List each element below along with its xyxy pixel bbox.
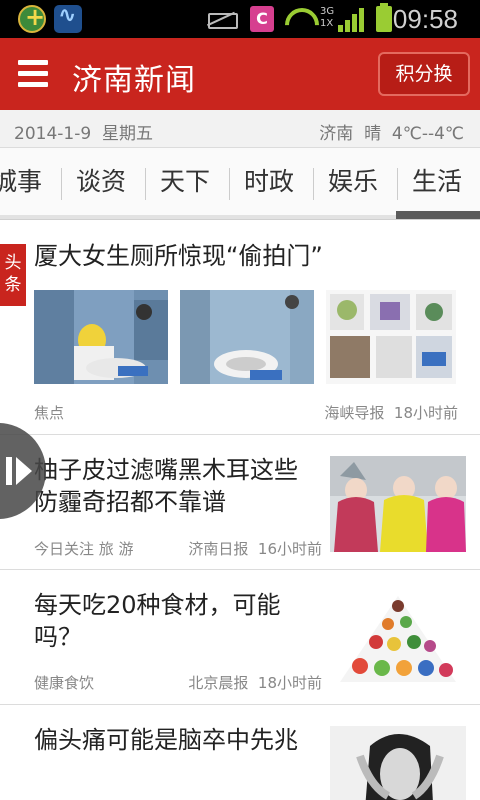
wifi-icon — [284, 6, 312, 32]
hamburger-menu-icon[interactable] — [18, 60, 48, 88]
tab-separator — [397, 168, 398, 200]
active-tab-indicator — [396, 211, 480, 219]
app-title: 济南新闻 — [72, 63, 196, 98]
vibrate-mode-icon — [204, 6, 238, 32]
tab-city[interactable]: 城事 — [0, 162, 42, 202]
news-source-time: 济南日报 16小时前 — [188, 540, 322, 558]
news-title[interactable]: 偏头痛可能是脑卒中先兆 — [34, 724, 314, 756]
divider — [0, 434, 480, 435]
tab-separator — [313, 168, 314, 200]
news-feed[interactable]: 头 条 厦大女生厕所惊现“偷拍门” 焦点 海峡导报 18小时前 柚子皮过滤嘴黑木… — [0, 220, 480, 800]
category-tab-bar: 城事 谈资 天下 时政 娱乐 生活 — [0, 148, 480, 220]
tab-separator — [145, 168, 146, 200]
news-category: 焦点 — [34, 404, 65, 422]
tab-separator — [61, 168, 62, 200]
news-thumbnail[interactable] — [180, 290, 314, 384]
divider — [0, 704, 480, 705]
tab-separator — [229, 168, 230, 200]
news-title[interactable]: 厦大女生厕所惊现“偷拍门” — [34, 240, 464, 272]
status-bar: C 3G 1X 09:58 — [0, 0, 480, 38]
sync-notification-icon — [54, 3, 82, 33]
news-title[interactable]: 柚子皮过滤嘴黑木耳这些防霾奇招都不靠谱 — [34, 454, 314, 518]
headline-badge: 头 条 — [0, 244, 26, 306]
news-thumbnail[interactable] — [330, 456, 466, 552]
tab-politics[interactable]: 时政 — [244, 162, 294, 202]
news-source-time: 海峡导报 18小时前 — [324, 404, 458, 422]
tab-talk[interactable]: 谈资 — [76, 162, 126, 202]
tab-entertainment[interactable]: 娱乐 — [328, 162, 378, 202]
weather-label: 济南 晴 4℃--4℃ — [319, 124, 464, 144]
news-thumbnail[interactable] — [330, 726, 466, 800]
news-thumbnail[interactable] — [330, 590, 466, 686]
tab-life[interactable]: 生活 — [412, 162, 462, 202]
news-thumbnail[interactable] — [34, 290, 168, 384]
battery-icon — [376, 3, 392, 32]
points-exchange-button[interactable]: 积分换 — [378, 52, 470, 96]
divider — [0, 569, 480, 570]
network-type-label: 3G 1X — [320, 6, 335, 29]
clock: 09:58 — [392, 4, 458, 34]
app-notification-icon — [18, 3, 46, 33]
tab-world[interactable]: 天下 — [160, 162, 210, 202]
news-title[interactable]: 每天吃20种食材，可能吗？ — [34, 589, 314, 653]
c-app-icon: C — [250, 6, 274, 32]
news-category: 健康食饮 — [34, 674, 95, 692]
date-weather-bar: 2014-1-9 星期五 济南 晴 4℃--4℃ — [0, 110, 480, 148]
news-source-time: 北京晨报 18小时前 — [188, 674, 322, 692]
date-label: 2014-1-9 星期五 — [14, 124, 153, 144]
news-thumbnail[interactable] — [326, 290, 456, 384]
signal-strength-icon — [338, 6, 368, 32]
news-category: 今日关注 旅 游 — [34, 540, 134, 558]
app-header: 济南新闻 积分换 — [0, 38, 480, 110]
